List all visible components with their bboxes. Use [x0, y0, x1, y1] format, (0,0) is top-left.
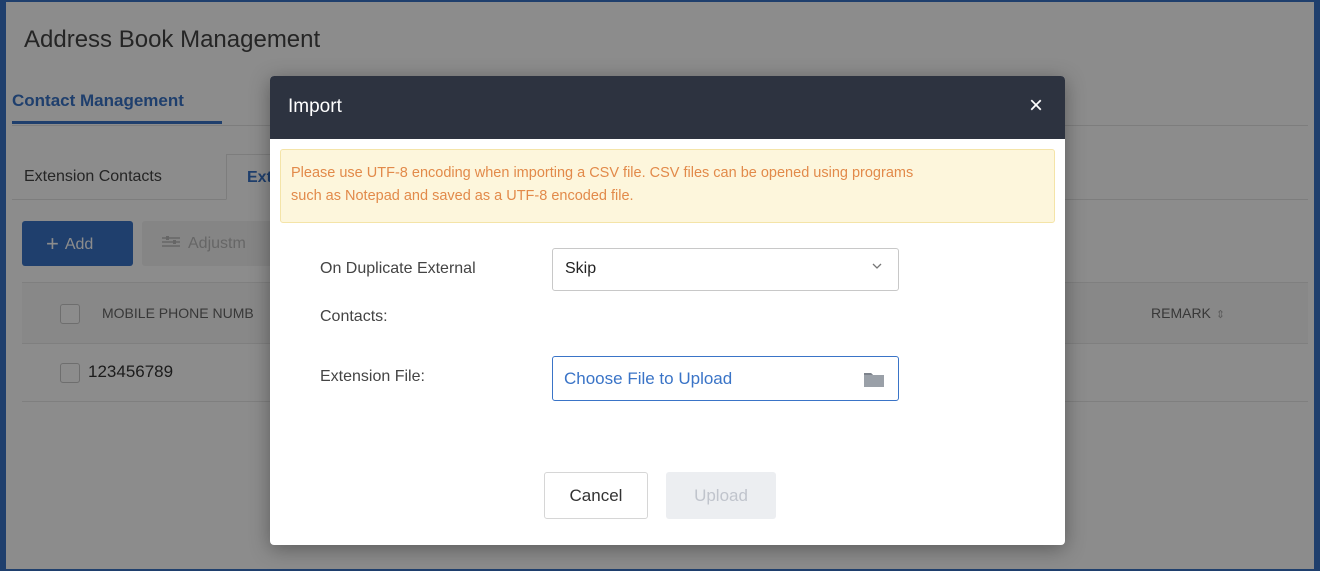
- import-dialog: Import × Please use UTF-8 encoding when …: [270, 76, 1065, 545]
- upload-button[interactable]: Upload: [666, 472, 776, 519]
- encoding-warning: Please use UTF-8 encoding when importing…: [280, 149, 1055, 223]
- warning-line-2: such as Notepad and saved as a UTF-8 enc…: [291, 188, 634, 204]
- file-upload-placeholder: Choose File to Upload: [564, 369, 733, 388]
- duplicate-select-value: Skip: [565, 260, 597, 277]
- file-upload-input[interactable]: Choose File to Upload: [552, 356, 899, 401]
- warning-line-1: Please use UTF-8 encoding when importing…: [291, 165, 914, 181]
- chevron-down-icon: [872, 260, 882, 274]
- duplicate-label-line-1: On Duplicate External: [320, 260, 476, 277]
- duplicate-label-line-2: Contacts:: [320, 308, 388, 325]
- cancel-button[interactable]: Cancel: [544, 472, 648, 519]
- folder-icon[interactable]: [863, 370, 885, 388]
- duplicate-label: On Duplicate External Contacts:: [320, 254, 476, 332]
- close-icon[interactable]: ×: [1029, 92, 1043, 120]
- modal-title: Import: [288, 96, 342, 117]
- modal-header: Import ×: [270, 76, 1065, 139]
- file-label: Extension File:: [320, 368, 425, 385]
- duplicate-select[interactable]: Skip: [552, 248, 899, 291]
